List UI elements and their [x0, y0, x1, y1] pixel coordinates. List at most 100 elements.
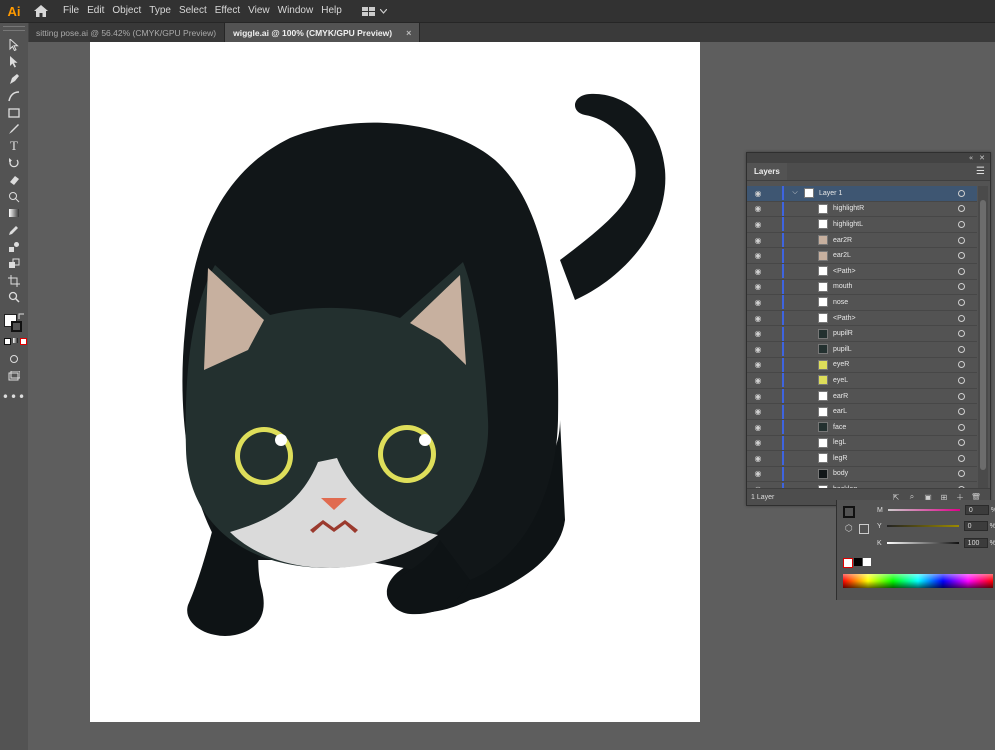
shape-builder-tool-icon[interactable]: [0, 188, 28, 205]
target-circle-icon[interactable]: [958, 361, 965, 369]
stroke-swatch[interactable]: [843, 506, 855, 518]
layer-name[interactable]: body: [833, 470, 958, 477]
screen-mode-icon[interactable]: [0, 368, 28, 385]
black-value[interactable]: 100: [963, 538, 988, 548]
color-button[interactable]: [4, 337, 11, 345]
target-circle-icon[interactable]: [958, 298, 965, 306]
visibility-eye-icon[interactable]: ◉: [750, 298, 766, 307]
draw-mode-icon[interactable]: [0, 351, 28, 368]
gradient-tool-icon[interactable]: [0, 205, 28, 222]
eraser-tool-icon[interactable]: [0, 171, 28, 188]
workspace-switcher[interactable]: [361, 6, 387, 16]
layer-name[interactable]: nose: [833, 299, 958, 306]
layer-row[interactable]: ◉ mouth: [747, 279, 977, 296]
target-circle-icon[interactable]: [958, 330, 965, 338]
layer-row[interactable]: ◉ pupilL: [747, 342, 977, 358]
home-icon[interactable]: [29, 0, 53, 22]
selection-tool-icon[interactable]: [0, 37, 28, 54]
menu-window[interactable]: Window: [274, 0, 318, 22]
black-swatch[interactable]: [854, 558, 862, 566]
layer-row[interactable]: ◉ face: [747, 420, 977, 436]
target-circle-icon[interactable]: [958, 283, 965, 291]
layer-name[interactable]: pupilR: [833, 330, 958, 337]
zoom-tool-icon[interactable]: [0, 289, 28, 306]
target-circle-icon[interactable]: [958, 205, 965, 213]
menu-file[interactable]: File: [59, 0, 83, 22]
rectangle-tool-icon[interactable]: [0, 104, 28, 121]
layer-name[interactable]: earR: [833, 393, 958, 400]
visibility-eye-icon[interactable]: ◉: [750, 376, 766, 385]
visibility-eye-icon[interactable]: ◉: [750, 251, 766, 260]
visibility-eye-icon[interactable]: ◉: [750, 360, 766, 369]
tab-wiggle[interactable]: wiggle.ai @ 100% (CMYK/GPU Preview) ×: [225, 23, 421, 42]
layer-name[interactable]: pupilL: [833, 346, 958, 353]
visibility-eye-icon[interactable]: ◉: [750, 469, 766, 478]
target-circle-icon[interactable]: [958, 345, 965, 353]
layer-name[interactable]: highlightL: [833, 221, 958, 228]
visibility-eye-icon[interactable]: ◉: [750, 392, 766, 401]
visibility-eye-icon[interactable]: ◉: [750, 189, 766, 198]
layer-row[interactable]: ◉ body: [747, 466, 977, 483]
color-spectrum[interactable]: [843, 574, 993, 588]
layer-row[interactable]: ◉ eyeL: [747, 373, 977, 389]
layer-name[interactable]: Layer 1: [819, 190, 958, 197]
rotate-tool-icon[interactable]: [0, 155, 28, 172]
target-circle-icon[interactable]: [958, 408, 965, 416]
target-circle-icon[interactable]: [958, 314, 965, 322]
layer-row[interactable]: ◉ ear2R: [747, 233, 977, 249]
layer-name[interactable]: <Path>: [833, 268, 958, 275]
visibility-eye-icon[interactable]: ◉: [750, 438, 766, 447]
target-circle-icon[interactable]: [958, 376, 965, 384]
layer-name[interactable]: face: [833, 424, 958, 431]
visibility-eye-icon[interactable]: ◉: [750, 329, 766, 338]
layer-row[interactable]: ◉ nose: [747, 295, 977, 311]
target-circle-icon[interactable]: [958, 236, 965, 244]
more-tools-icon[interactable]: •••: [0, 388, 28, 405]
stroke-swatch[interactable]: [11, 320, 22, 332]
layer-row[interactable]: ◉ <Path>: [747, 311, 977, 327]
cube-icon[interactable]: ⬡: [845, 524, 853, 534]
blend-tool-icon[interactable]: [0, 239, 28, 256]
close-icon[interactable]: ✕: [979, 154, 985, 162]
pen-tool-icon[interactable]: [0, 71, 28, 88]
layer-row[interactable]: ◉ highlightR: [747, 201, 977, 218]
target-circle-icon[interactable]: [958, 189, 965, 197]
layer-row[interactable]: ◉ pupilR: [747, 326, 977, 342]
yellow-value[interactable]: 0: [963, 521, 988, 531]
swap-icon[interactable]: [18, 313, 25, 320]
layer-name[interactable]: highlightR: [833, 205, 958, 212]
layer-row[interactable]: ◉ legR: [747, 451, 977, 467]
none-button[interactable]: [20, 337, 27, 345]
target-circle-icon[interactable]: [958, 220, 965, 228]
target-circle-icon[interactable]: [958, 454, 965, 462]
target-circle-icon[interactable]: [958, 439, 965, 447]
target-circle-icon[interactable]: [958, 470, 965, 478]
visibility-eye-icon[interactable]: ◉: [750, 454, 766, 463]
layer-name[interactable]: legL: [833, 439, 958, 446]
layer-name[interactable]: eyeR: [833, 361, 958, 368]
paintbrush-tool-icon[interactable]: [0, 121, 28, 138]
magenta-value[interactable]: 0: [964, 505, 989, 515]
layer-row[interactable]: ◉ earL: [747, 404, 977, 420]
layer-name[interactable]: legR: [833, 455, 958, 462]
visibility-eye-icon[interactable]: ◉: [750, 345, 766, 354]
menu-object[interactable]: Object: [108, 0, 145, 22]
white-swatch[interactable]: [863, 558, 871, 566]
visibility-eye-icon[interactable]: ◉: [750, 314, 766, 323]
layer-name[interactable]: eyeL: [833, 377, 958, 384]
visibility-eye-icon[interactable]: ◉: [750, 204, 766, 213]
layer-name[interactable]: <Path>: [833, 315, 958, 322]
perspective-tool-icon[interactable]: [0, 255, 28, 272]
eyedropper-tool-icon[interactable]: [0, 222, 28, 239]
menu-edit[interactable]: Edit: [83, 0, 108, 22]
layer-name[interactable]: ear2L: [833, 252, 958, 259]
target-circle-icon[interactable]: [958, 267, 965, 275]
target-circle-icon[interactable]: [958, 392, 965, 400]
layers-scrollbar[interactable]: [978, 186, 988, 488]
visibility-eye-icon[interactable]: ◉: [750, 267, 766, 276]
collapse-icon[interactable]: «: [969, 154, 973, 162]
panel-titlebar[interactable]: « ✕: [747, 153, 990, 163]
visibility-eye-icon[interactable]: ◉: [750, 282, 766, 291]
target-circle-icon[interactable]: [958, 252, 965, 260]
scroll-thumb[interactable]: [980, 200, 986, 470]
